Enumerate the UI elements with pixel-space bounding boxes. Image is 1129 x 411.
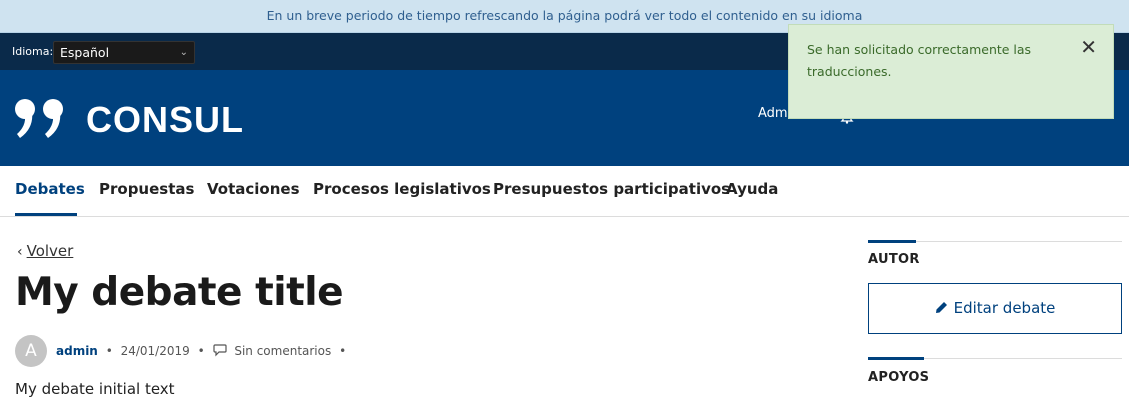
admin-link[interactable]: Admi <box>758 106 791 121</box>
pencil-icon <box>935 302 947 313</box>
debate-date: 24/01/2019 <box>120 344 190 358</box>
nav-item-votaciones[interactable]: Votaciones <box>207 180 300 198</box>
back-link-label: Volver <box>26 242 74 260</box>
separator-dot: • <box>339 344 347 358</box>
author-link[interactable]: admin <box>56 344 98 358</box>
debate-title: My debate title <box>15 270 344 315</box>
main-navigation: Debates Propuestas Votaciones Procesos l… <box>0 166 1129 217</box>
nav-item-presupuestos-participativos[interactable]: Presupuestos participativos <box>493 180 730 198</box>
sidebar-divider-accent <box>868 357 924 360</box>
chevron-left-icon: ‹ <box>17 244 23 260</box>
comments-link[interactable]: Sin comentarios <box>234 344 331 358</box>
sidebar-divider-accent <box>868 240 916 243</box>
edit-debate-button[interactable]: Editar debate <box>868 283 1122 334</box>
nav-item-debates[interactable]: Debates <box>15 180 85 198</box>
nav-item-procesos-legislativos[interactable]: Procesos legislativos <box>313 180 491 198</box>
locale-label: Idioma: <box>12 45 54 58</box>
nav-active-indicator <box>15 213 77 216</box>
author-heading: AUTOR <box>868 252 920 267</box>
debate-body: My debate initial text <box>15 380 175 398</box>
logo-text[interactable]: CONSUL <box>86 99 244 141</box>
locale-selected-value: Español <box>60 45 110 60</box>
comment-icon <box>212 344 227 357</box>
nav-item-ayuda[interactable]: Ayuda <box>726 180 778 198</box>
edit-debate-label: Editar debate <box>953 299 1056 317</box>
logo-quote-icon[interactable] <box>14 98 68 140</box>
supports-heading: APOYOS <box>868 370 930 385</box>
close-icon[interactable]: ✕ <box>1080 37 1097 57</box>
toast-message: Se han solicitado correctamente las trad… <box>807 42 1032 79</box>
debate-meta: admin • 24/01/2019 • Sin comentarios • <box>56 343 350 358</box>
avatar: A <box>15 335 47 367</box>
translation-notice-text: En un breve periodo de tiempo refrescand… <box>266 8 863 23</box>
separator-dot: • <box>105 344 113 358</box>
success-toast: Se han solicitado correctamente las trad… <box>788 24 1114 119</box>
back-link[interactable]: ‹ Volver <box>17 242 73 260</box>
separator-dot: • <box>197 344 205 358</box>
locale-select[interactable]: Español ⌄ <box>53 41 195 64</box>
chevron-down-icon: ⌄ <box>179 47 188 58</box>
nav-item-propuestas[interactable]: Propuestas <box>99 180 194 198</box>
